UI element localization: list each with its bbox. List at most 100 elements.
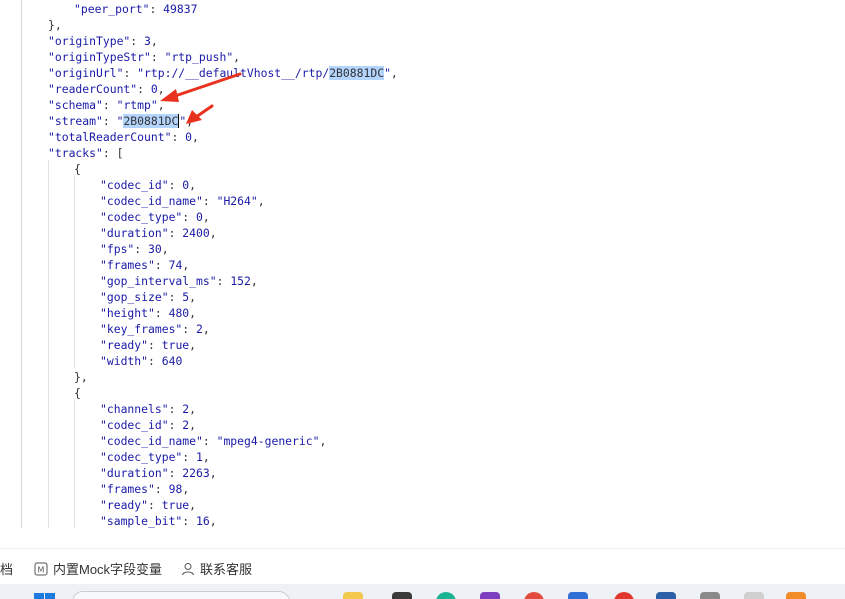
json-punctuation: : [168, 226, 183, 240]
json-key: "gop_interval_ms" [100, 274, 217, 288]
json-punctuation: : [154, 306, 169, 320]
json-punctuation: : [102, 114, 117, 128]
app-icon[interactable] [614, 592, 634, 599]
windows-start-icon[interactable] [34, 593, 56, 599]
json-punctuation: , [233, 50, 241, 64]
json-value: true [161, 498, 190, 512]
json-line: "codec_id_name": "H264", [100, 193, 265, 209]
json-line: "frames": 98, [100, 481, 189, 497]
json-value: " [384, 66, 391, 80]
indent-guide [48, 160, 49, 528]
json-punctuation: , [189, 418, 197, 432]
json-punctuation: , [257, 194, 265, 208]
json-punctuation: : [148, 498, 162, 512]
json-line: "height": 480, [100, 305, 196, 321]
json-punctuation: , [189, 338, 197, 352]
json-punctuation: , [319, 434, 327, 448]
json-line: "gop_interval_ms": 152, [100, 273, 258, 289]
json-line: "width": 640 [100, 353, 182, 369]
terminal-icon[interactable] [392, 592, 412, 599]
json-line: "schema": "rtmp", [48, 97, 165, 113]
json-punctuation: }, [74, 370, 88, 384]
json-key: "schema" [48, 98, 103, 112]
json-punctuation: , [209, 466, 217, 480]
json-line: "frames": 74, [100, 257, 189, 273]
json-punctuation: , [161, 242, 169, 256]
json-punctuation: , [189, 498, 197, 512]
json-punctuation: : [202, 434, 217, 448]
mock-variables-button[interactable]: M 内置Mock字段变量 [34, 559, 162, 578]
json-key: "height" [100, 306, 155, 320]
json-punctuation: , [150, 34, 158, 48]
json-punctuation: : [182, 450, 197, 464]
json-viewer[interactable]: "peer_port": 49837}, "originType": 3, "ori… [0, 0, 845, 528]
browser-icon[interactable] [436, 592, 456, 599]
json-key: "sample_bit" [100, 514, 183, 528]
visual-studio-icon[interactable] [480, 592, 500, 599]
selected-text: 2B0881DC [329, 66, 385, 80]
json-line: "originTypeStr": "rtp_push", [48, 49, 240, 65]
json-value: "mpeg4-generic" [216, 434, 320, 448]
json-punctuation: , [209, 226, 217, 240]
json-punctuation: , [189, 290, 197, 304]
json-line: "codec_type": 1, [100, 449, 210, 465]
json-key: "stream" [48, 114, 103, 128]
json-punctuation: : [182, 210, 197, 224]
json-key: "tracks" [48, 146, 103, 160]
json-punctuation: , [202, 210, 210, 224]
json-key: "ready" [100, 498, 149, 512]
app-icon[interactable] [568, 592, 588, 599]
json-punctuation: : [168, 402, 183, 416]
json-line: "codec_type": 0, [100, 209, 210, 225]
json-punctuation: : [168, 178, 183, 192]
json-punctuation: : [168, 290, 183, 304]
json-punctuation: : [168, 418, 183, 432]
app-icon[interactable] [700, 592, 720, 599]
json-line: "codec_id": 0, [100, 177, 196, 193]
json-punctuation: , [182, 258, 190, 272]
json-line: "originType": 3, [48, 33, 158, 49]
json-value: true [161, 338, 190, 352]
json-punctuation: , [182, 482, 190, 496]
json-key: "frames" [100, 258, 155, 272]
json-line: "tracks": [ [48, 145, 123, 161]
json-punctuation: , [250, 274, 258, 288]
json-punctuation: : [154, 258, 169, 272]
json-line: "duration": 2400, [100, 225, 217, 241]
app-icon[interactable] [524, 592, 544, 599]
json-punctuation: { [74, 386, 81, 400]
json-value: "rtp_push" [164, 50, 234, 64]
json-key: "duration" [100, 466, 169, 480]
app-icon[interactable] [656, 592, 676, 599]
json-value: 30 [148, 242, 162, 256]
json-line: "ready": true, [100, 497, 196, 513]
json-value: "H264" [216, 194, 258, 208]
json-line: "fps": 30, [100, 241, 169, 257]
json-punctuation: , [209, 514, 217, 528]
selected-text: 2B0881DC [123, 114, 179, 128]
json-punctuation: : [202, 194, 217, 208]
docs-label: 档 [0, 562, 14, 577]
json-value: 1 [196, 450, 203, 464]
json-key: "width" [100, 354, 149, 368]
json-line: { [74, 385, 81, 401]
contact-support-button[interactable]: 联系客服 [181, 559, 252, 578]
indent-guide [74, 400, 75, 528]
json-punctuation: : [102, 98, 117, 112]
json-punctuation: : [148, 354, 162, 368]
gutter-divider [21, 0, 22, 528]
json-value: 74 [168, 258, 183, 272]
json-punctuation: , [192, 130, 199, 144]
json-punctuation: , [157, 98, 165, 112]
app-icon[interactable] [744, 592, 764, 599]
json-line: "readerCount": 0, [48, 81, 165, 97]
json-key: "codec_id_name" [100, 194, 203, 208]
json-key: "codec_id" [100, 418, 169, 432]
folder-icon[interactable] [343, 592, 363, 599]
json-line: "gop_size": 5, [100, 289, 196, 305]
docs-link[interactable]: 档 [0, 559, 13, 578]
app-icon[interactable] [786, 592, 806, 599]
json-value: 49837 [163, 2, 198, 16]
json-line: }, [74, 369, 88, 385]
taskbar-search-box[interactable] [72, 591, 290, 599]
